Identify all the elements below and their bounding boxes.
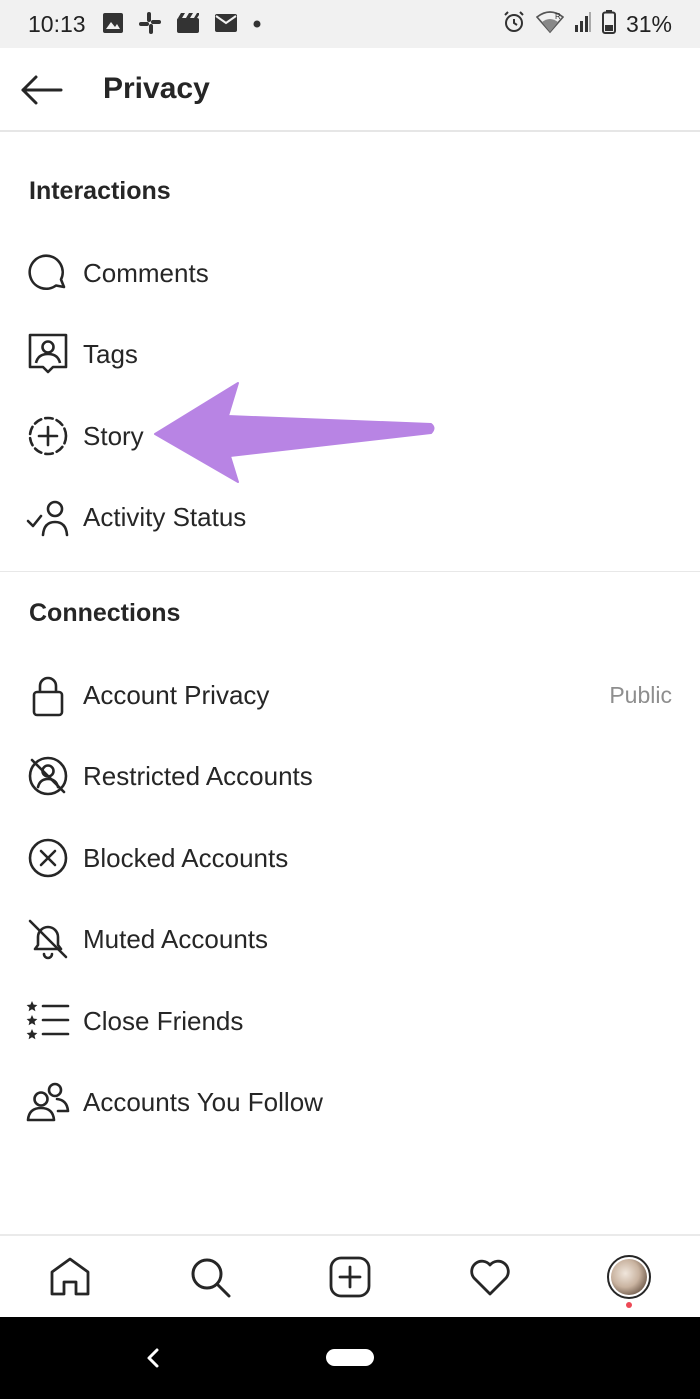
section-title-interactions: Interactions <box>29 177 171 205</box>
image-icon <box>102 12 124 39</box>
app-header: Privacy <box>0 48 700 132</box>
battery-icon <box>601 9 616 39</box>
blocked-icon <box>28 838 68 878</box>
menu-item-close-friends[interactable]: Close Friends <box>0 984 700 1058</box>
menu-item-comments[interactable]: Comments <box>0 236 700 310</box>
profile-notification-dot <box>626 1302 632 1308</box>
menu-label-restricted-accounts: Restricted Accounts <box>83 761 313 791</box>
menu-label-comments: Comments <box>83 258 209 288</box>
back-button[interactable] <box>18 68 64 112</box>
menu-label-blocked-accounts: Blocked Accounts <box>83 843 289 873</box>
section-divider <box>0 571 700 572</box>
clapper-icon <box>176 12 200 39</box>
comment-bubble-icon <box>28 254 66 291</box>
menu-item-account-privacy[interactable]: Account Privacy Public <box>0 658 700 732</box>
restricted-icon <box>28 756 68 796</box>
menu-label-accounts-you-follow: Accounts You Follow <box>83 1087 323 1117</box>
menu-item-restricted-accounts[interactable]: Restricted Accounts <box>0 739 700 813</box>
bottom-tab-bar <box>0 1234 700 1317</box>
battery-percentage: 31% <box>625 10 672 37</box>
menu-label-activity-status: Activity Status <box>83 502 247 532</box>
signal-icon <box>574 11 592 38</box>
wifi-icon: R <box>535 10 565 39</box>
menu-item-muted-accounts[interactable]: Muted Accounts <box>0 902 700 976</box>
profile-avatar <box>607 1255 651 1299</box>
activity-status-icon <box>26 500 69 537</box>
muted-bell-icon <box>28 919 68 960</box>
tab-profile[interactable] <box>606 1254 652 1300</box>
section-title-connections: Connections <box>29 599 181 627</box>
tab-search[interactable] <box>187 1254 233 1300</box>
menu-item-blocked-accounts[interactable]: Blocked Accounts <box>0 821 700 895</box>
tag-person-icon <box>28 333 68 374</box>
nav-home-pill[interactable] <box>326 1349 374 1366</box>
lock-icon <box>32 676 64 717</box>
tab-home[interactable] <box>47 1254 93 1300</box>
roaming-label: R <box>555 12 561 21</box>
menu-label-muted-accounts: Muted Accounts <box>83 924 268 954</box>
menu-label-story: Story <box>83 421 144 451</box>
tab-activity[interactable] <box>467 1254 513 1300</box>
status-time: 10:13 <box>28 11 86 37</box>
menu-label-account-privacy: Account Privacy <box>83 680 270 710</box>
status-notification-icons <box>102 11 262 40</box>
account-privacy-value: Public <box>609 682 672 708</box>
status-system-icons: R 31% <box>502 9 672 39</box>
alarm-icon <box>502 10 526 39</box>
menu-item-accounts-you-follow[interactable]: Accounts You Follow <box>0 1065 700 1139</box>
activity-heart-icon <box>470 1259 510 1296</box>
story-add-icon <box>28 416 68 456</box>
new-post-icon <box>329 1256 371 1298</box>
page-title: Privacy <box>103 72 210 105</box>
dot-icon <box>252 16 262 34</box>
home-icon <box>50 1257 90 1296</box>
search-icon <box>191 1258 231 1298</box>
menu-label-close-friends: Close Friends <box>83 1006 244 1036</box>
pointer-arrow-icon <box>154 382 435 483</box>
nav-back-icon[interactable] <box>143 1345 163 1371</box>
following-people-icon <box>26 1082 70 1122</box>
menu-label-tags: Tags <box>83 339 138 369</box>
mail-icon <box>214 13 238 38</box>
close-friends-list-icon <box>26 1001 70 1040</box>
tab-new-post[interactable] <box>327 1254 373 1300</box>
slack-icon <box>138 11 162 40</box>
arrow-left-icon <box>21 75 63 105</box>
status-bar: 10:13 R 31% <box>0 0 700 48</box>
menu-item-activity-status[interactable]: Activity Status <box>0 480 700 554</box>
